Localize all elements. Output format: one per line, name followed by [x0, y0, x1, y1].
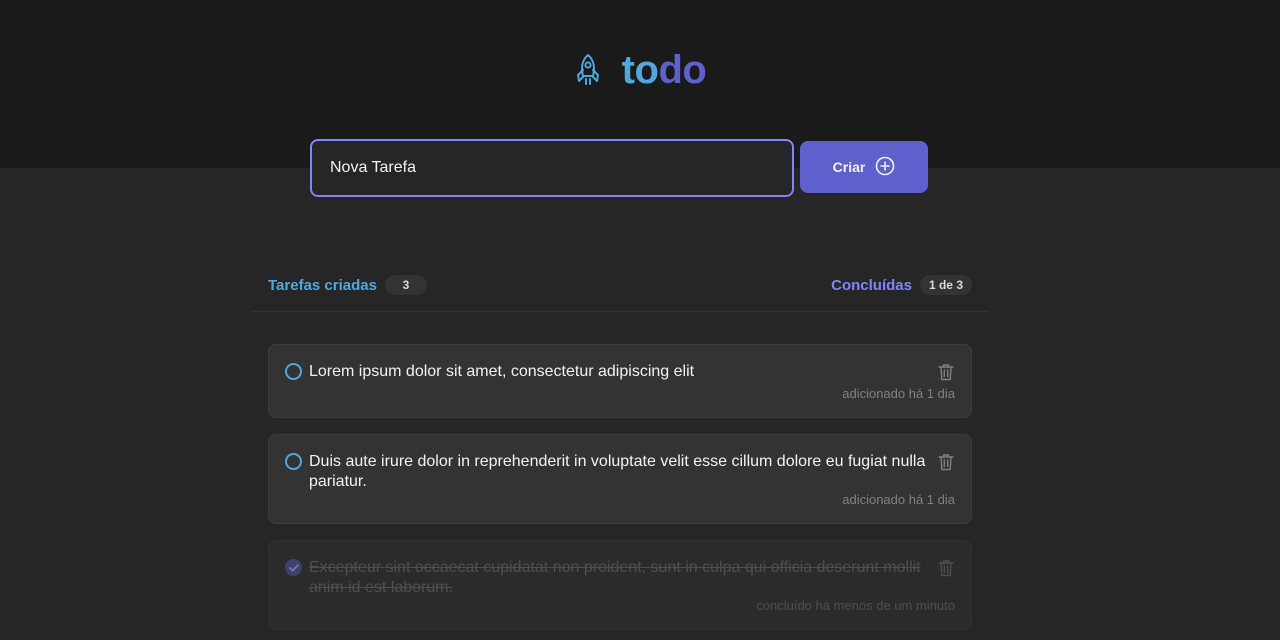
- created-count-badge: 3: [384, 275, 427, 295]
- created-counter: Tarefas criadas 3: [268, 275, 427, 295]
- new-task-form: Criar: [310, 139, 928, 197]
- task-timestamp: concluído há menos de um minuto: [756, 598, 955, 613]
- task-text: Duis aute irure dolor in reprehenderit i…: [309, 453, 926, 490]
- task-checkbox[interactable]: [285, 453, 302, 470]
- create-button[interactable]: Criar: [800, 141, 928, 193]
- check-icon: [288, 563, 299, 571]
- plus-circle-icon: [875, 156, 895, 179]
- task-timestamp: adicionado há 1 dia: [842, 386, 955, 401]
- created-label: Tarefas criadas: [268, 276, 377, 294]
- task-checkbox[interactable]: [285, 363, 302, 380]
- logo-text: todo: [621, 47, 707, 92]
- new-task-input[interactable]: [310, 139, 794, 197]
- task-counters: Tarefas criadas 3 Concluídas 1 de 3: [268, 274, 972, 296]
- logo: todo: [0, 46, 1280, 94]
- task-checkbox-checked[interactable]: [285, 559, 302, 576]
- task-item: Lorem ipsum dolor sit amet, consectetur …: [268, 344, 972, 418]
- task-item: Duis aute irure dolor in reprehenderit i…: [268, 434, 972, 524]
- trash-icon[interactable]: [938, 453, 954, 471]
- task-text: Lorem ipsum dolor sit amet, consectetur …: [309, 363, 695, 380]
- divider: [252, 311, 988, 312]
- task-item-completed: Excepteur sint occaecat cupidatat non pr…: [268, 540, 972, 630]
- task-timestamp: adicionado há 1 dia: [842, 492, 955, 507]
- task-text: Excepteur sint occaecat cupidatat non pr…: [309, 559, 921, 596]
- trash-icon[interactable]: [938, 559, 954, 577]
- trash-icon[interactable]: [938, 363, 954, 381]
- rocket-icon: [574, 53, 602, 87]
- create-button-label: Criar: [832, 159, 866, 175]
- done-counter: Concluídas 1 de 3: [831, 275, 972, 295]
- done-count-badge: 1 de 3: [919, 275, 972, 295]
- done-label: Concluídas: [831, 276, 912, 294]
